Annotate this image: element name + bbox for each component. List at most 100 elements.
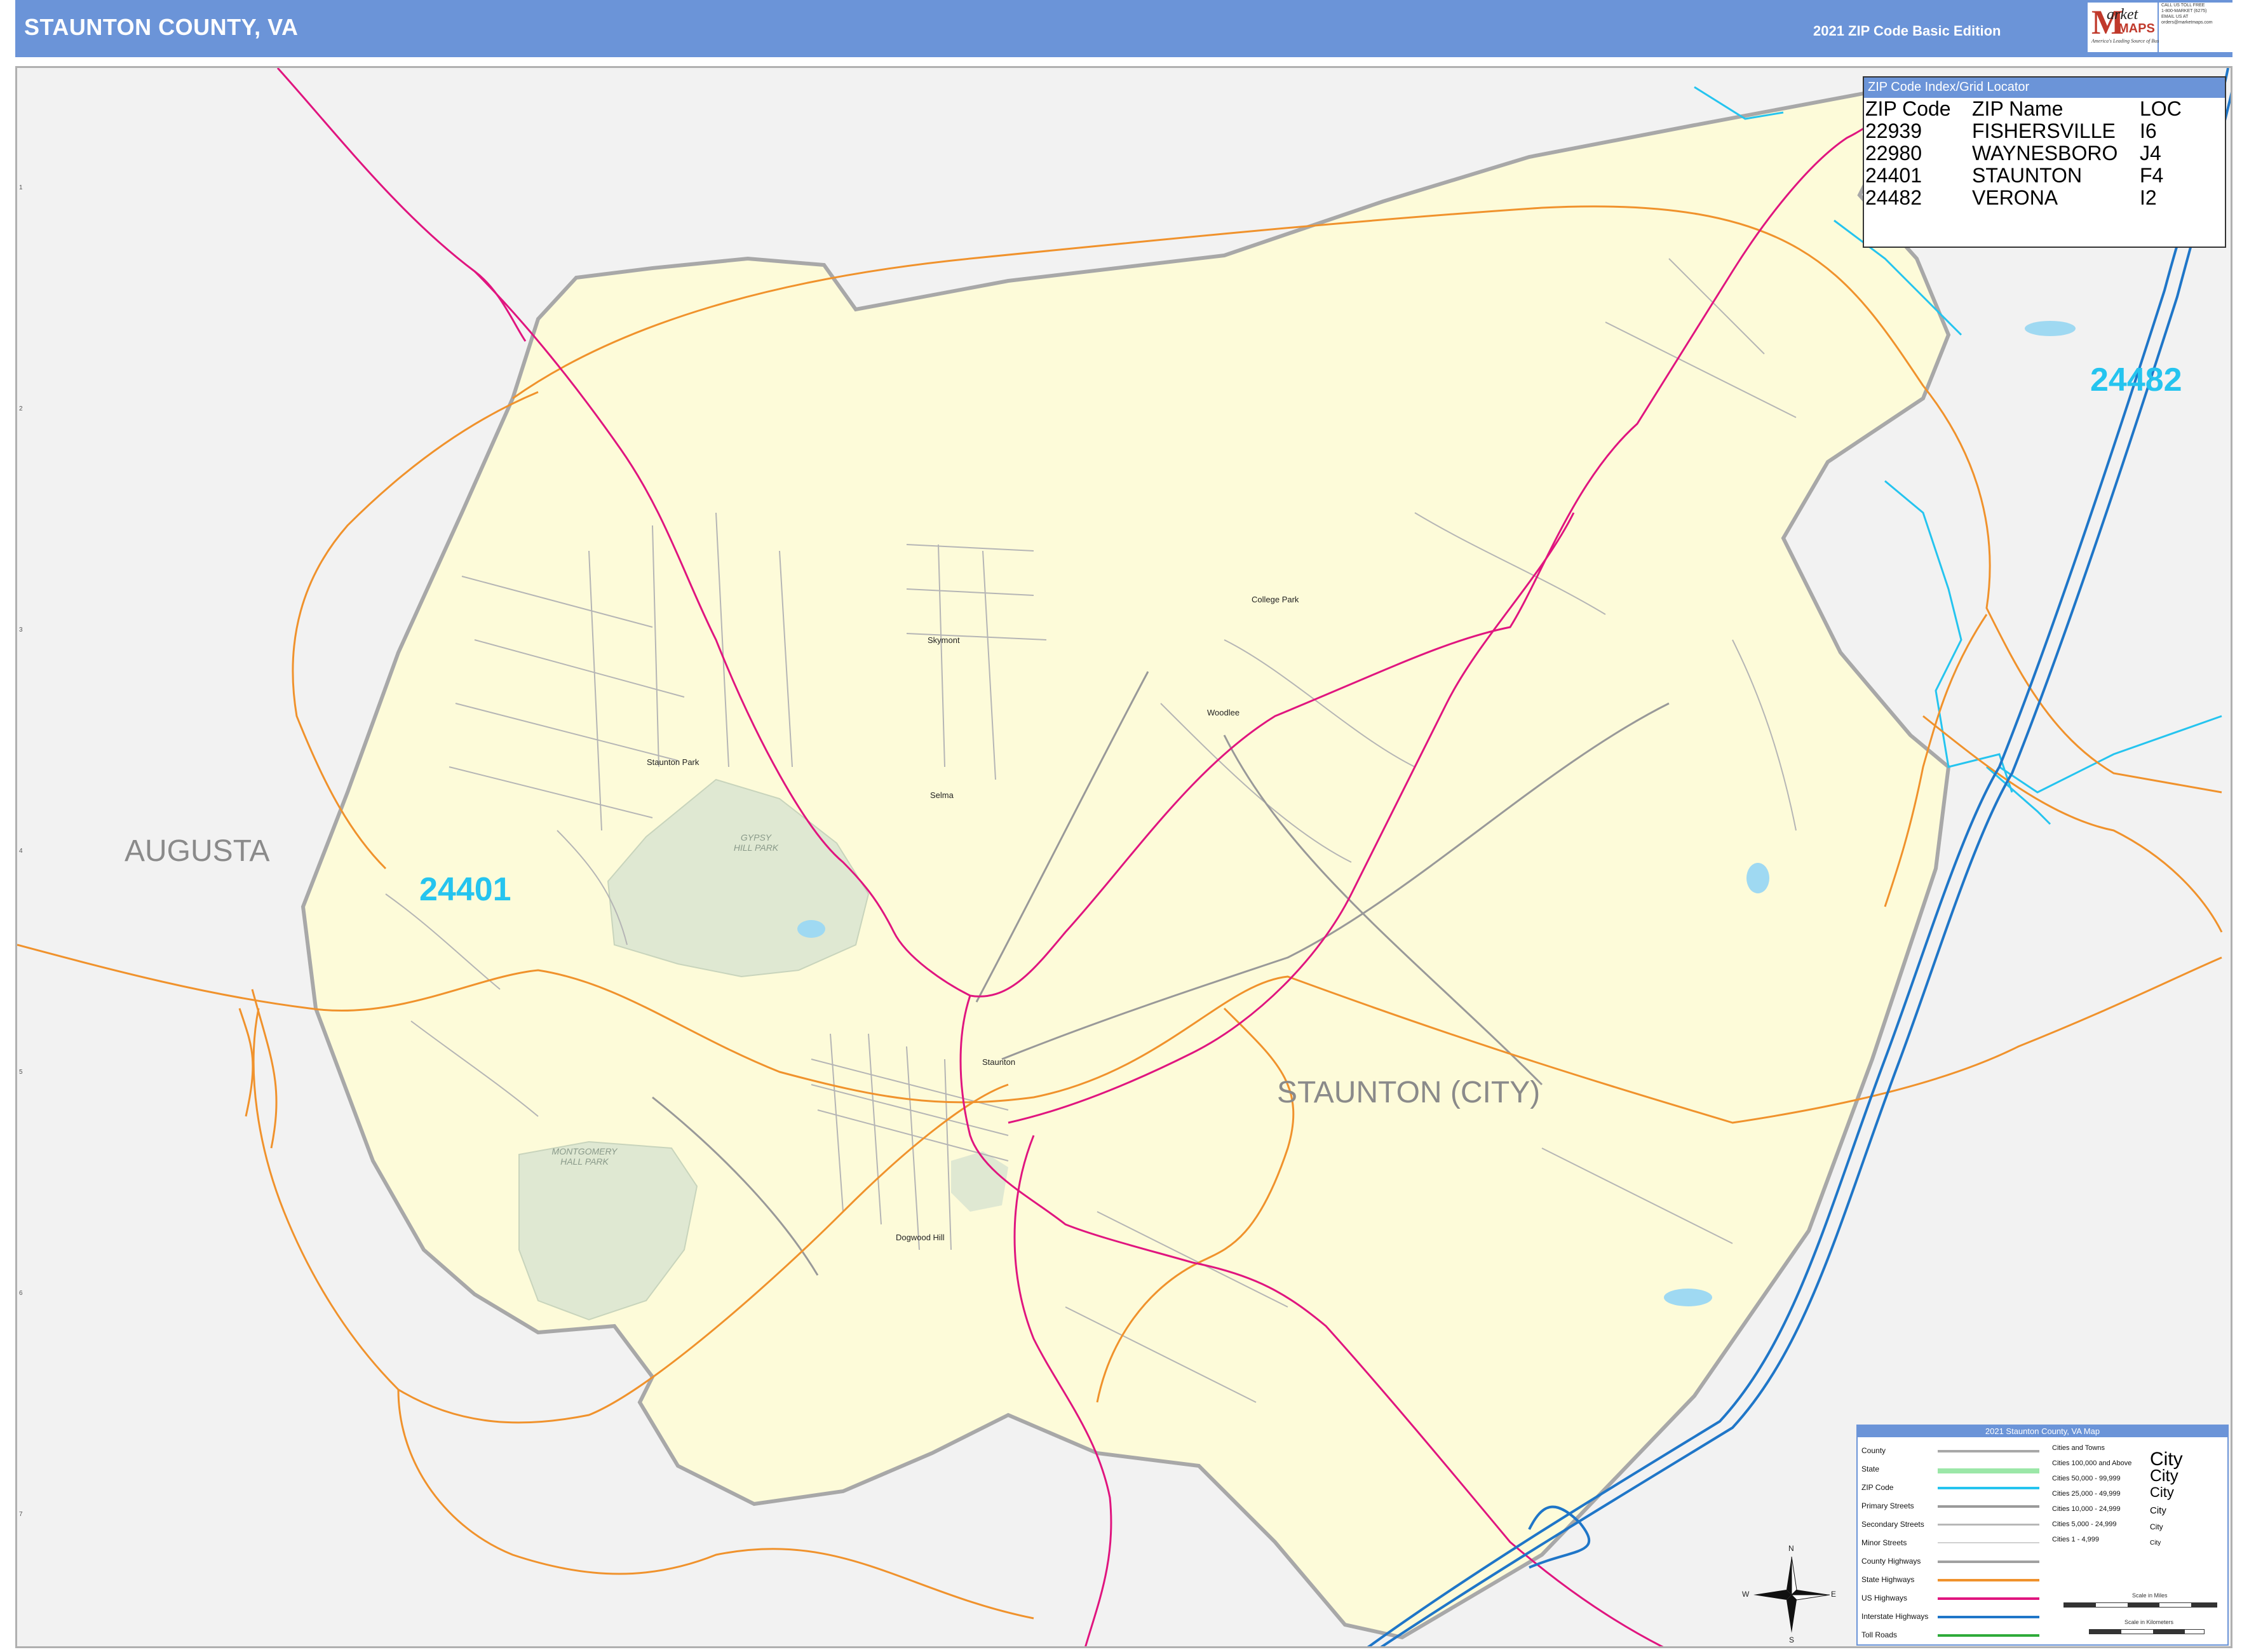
- county-label-staunton-city: STAUNTON (CITY): [1277, 1076, 1541, 1109]
- zip-index-table: ZIP Code Index/Grid Locator ZIP Code ZIP…: [1863, 76, 2226, 248]
- place-staunton-park: Staunton Park: [647, 757, 699, 767]
- grid-number: 5: [19, 1069, 23, 1076]
- legend-city-row: Cities 5,000 - 24,999 City: [2052, 1517, 2224, 1533]
- legend-row: Toll Roads: [1861, 1627, 2052, 1645]
- zip-col-header: ZIP Code: [1865, 97, 1951, 120]
- zip-code-cell: 22980: [1865, 142, 1922, 165]
- place-selma: Selma: [930, 790, 954, 800]
- legend-label: Interstate Highways: [1861, 1612, 1929, 1621]
- legend-row: Minor Streets: [1861, 1534, 2052, 1553]
- legend-label: County: [1861, 1446, 1886, 1455]
- grid-number: 3: [19, 626, 23, 633]
- zip-code-cell: 24482: [1865, 186, 1922, 209]
- grid-number: 6: [19, 1290, 23, 1297]
- legend-row: US Highways: [1861, 1590, 2052, 1608]
- logo-word-maps: MAPS: [2118, 22, 2155, 36]
- scale-miles-caption: Scale in Miles: [2132, 1592, 2168, 1599]
- legend-city-row: Cities 1 - 4,999 City: [2052, 1533, 2224, 1548]
- legend-city-label: Cities 10,000 - 24,999: [2052, 1505, 2121, 1513]
- map-edition: 2021 ZIP Code Basic Edition: [1813, 23, 2001, 39]
- zip-name-cell: STAUNTON: [1972, 164, 2083, 187]
- legend-row: State: [1861, 1461, 2052, 1479]
- compass-s: S: [1789, 1635, 1795, 1644]
- legend-label: ZIP Code: [1861, 1483, 1894, 1492]
- legend-label: Minor Streets: [1861, 1538, 1907, 1547]
- contact-line: CALL US TOLL FREE: [2161, 3, 2205, 8]
- legend-city-label: Cities 5,000 - 24,999: [2052, 1520, 2117, 1528]
- legend-row: ZIP Code: [1861, 1479, 2052, 1498]
- contact-info: CALL US TOLL FREE 1-800-MARKET (6275) EM…: [2159, 3, 2246, 52]
- scale-km-caption: Scale in Kilometers: [2124, 1619, 2174, 1625]
- scale-bar-miles: [2063, 1602, 2217, 1608]
- place-woodlee: Woodlee: [1207, 708, 1240, 717]
- legend-swatch: [1938, 1450, 2039, 1452]
- place-college-park: College Park: [1252, 595, 1299, 604]
- contact-line: EMAIL US AT: [2161, 15, 2189, 19]
- lake: [797, 920, 825, 938]
- legend-city-label: Cities 25,000 - 49,999: [2052, 1490, 2121, 1498]
- legend-label: Secondary Streets: [1861, 1520, 1924, 1529]
- legend-city-row: Cities 50,000 - 99,999 City: [2052, 1466, 2224, 1487]
- legend-city-label: Cities 50,000 - 99,999: [2052, 1475, 2121, 1482]
- legend-swatch: [1938, 1634, 2039, 1637]
- lake: [1664, 1289, 1712, 1306]
- legend-row: County Highways: [1861, 1553, 2052, 1571]
- legend-label: State Highways: [1861, 1575, 1915, 1584]
- grid-number: 2: [19, 405, 23, 412]
- legend-line-items: County State ZIP Code Primary Streets Se…: [1861, 1442, 2052, 1645]
- zip-name-cell: VERONA: [1972, 186, 2058, 209]
- zip-name-cell: FISHERSVILLE: [1972, 119, 2116, 142]
- legend-swatch: [1938, 1579, 2039, 1581]
- legend-label: County Highways: [1861, 1557, 1921, 1566]
- scale-bar-km: [2089, 1629, 2205, 1634]
- legend-swatch: [1938, 1561, 2039, 1563]
- legend-swatch: [1938, 1597, 2039, 1600]
- legend-city-sample: City: [2150, 1522, 2163, 1531]
- legend-city-classes: Cities and Towns Cities 100,000 and Abov…: [2052, 1441, 2224, 1548]
- zip-name-cell: WAYNESBORO: [1972, 142, 2118, 165]
- lake: [1746, 863, 1769, 893]
- legend-city-sample: City: [2150, 1505, 2166, 1516]
- grid-number: 4: [19, 848, 23, 855]
- park-label-montgomery-hall: MONTGOMERY HALL PARK: [551, 1146, 618, 1167]
- legend-city-row: Cities 100,000 and Above City: [2052, 1449, 2224, 1472]
- legend-label: State: [1861, 1465, 1880, 1473]
- zip-loc-cell: I2: [2140, 186, 2157, 209]
- place-dogwood-hill: Dogwood Hill: [896, 1233, 945, 1242]
- lake: [2025, 321, 2076, 336]
- place-staunton: Staunton: [982, 1057, 1016, 1067]
- legend-city-sample: City: [2150, 1466, 2178, 1485]
- logo-word-arket: arket: [2107, 6, 2138, 23]
- legend-swatch: [1938, 1524, 2039, 1526]
- place-skymont: Skymont: [928, 635, 960, 645]
- zip-index-row: 22980 WAYNESBORO J4: [1864, 142, 2225, 165]
- legend-swatch: [1938, 1487, 2039, 1489]
- grid-number: 1: [19, 184, 23, 191]
- grid-number: 7: [19, 1511, 23, 1518]
- legend-city-row: Cities 25,000 - 49,999 City: [2052, 1484, 2224, 1502]
- legend-swatch: [1938, 1505, 2039, 1508]
- compass-rose: N S E W: [1741, 1544, 1842, 1646]
- zip-code-cell: 22939: [1865, 119, 1922, 142]
- zip-label-24482: 24482: [2090, 362, 2182, 398]
- legend-city-sample: City: [2150, 1540, 2161, 1547]
- zip-index-row: 24482 VERONA I2: [1864, 187, 2225, 209]
- legend-row: Secondary Streets: [1861, 1516, 2052, 1534]
- contact-line: orders@marketmaps.com: [2161, 20, 2213, 25]
- compass-e: E: [1831, 1590, 1837, 1599]
- zip-col-header: ZIP Name: [1972, 97, 2063, 120]
- legend-city-label: Cities 1 - 4,999: [2052, 1536, 2099, 1543]
- map-title: STAUNTON COUNTY, VA: [24, 14, 299, 40]
- map-svg: [17, 68, 2231, 1646]
- zip-index-row: 24401 STAUNTON F4: [1864, 165, 2225, 187]
- legend-row: Interstate Highways: [1861, 1608, 2052, 1627]
- zip-col-header: LOC: [2140, 97, 2182, 120]
- map-canvas[interactable]: [15, 66, 2232, 1648]
- zip-code-cell: 24401: [1865, 164, 1922, 187]
- zip-loc-cell: I6: [2140, 119, 2157, 142]
- legend-row: Primary Streets: [1861, 1498, 2052, 1516]
- legend-cities-title: Cities and Towns: [2052, 1444, 2105, 1452]
- compass-w: W: [1742, 1590, 1750, 1599]
- title-bar: STAUNTON COUNTY, VA 2021 ZIP Code Basic …: [15, 0, 2246, 57]
- park-label-gypsy-hill: GYPSY HILL PARK: [733, 832, 779, 853]
